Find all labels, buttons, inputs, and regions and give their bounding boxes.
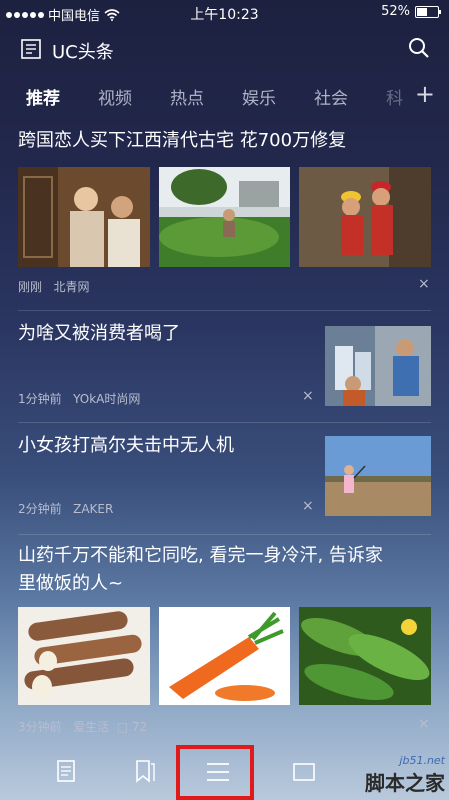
article-source: YOkA时尚网 <box>73 392 141 406</box>
highlight-box <box>176 745 254 800</box>
article-image-1c <box>299 167 431 267</box>
divider <box>18 310 431 311</box>
article-card-2[interactable]: 为啥又被消费者喝了 1分钟前 YOkA时尚网 × <box>0 318 449 418</box>
article-image-4c <box>299 607 431 705</box>
article-title: 山药千万不能和它同吃, 看完一身冷汗, 告诉家 里做饭的人~ <box>18 542 383 598</box>
dismiss-button[interactable]: × <box>302 388 314 404</box>
tab-video[interactable]: 视频 <box>98 84 132 109</box>
status-bar: 中国电信 上午10:23 52% <box>0 0 449 26</box>
divider <box>18 422 431 423</box>
article-card-3[interactable]: 小女孩打高尔夫击中无人机 2分钟前 ZAKER × <box>0 430 449 530</box>
article-meta-3: 2分钟前 ZAKER <box>18 500 113 517</box>
window-icon[interactable] <box>292 761 316 783</box>
channel-tabs: 推荐 视频 热点 娱乐 社会 科 + <box>0 78 449 116</box>
app-title: UC头条 <box>52 42 114 63</box>
article-card-4[interactable]: 山药千万不能和它同吃, 看完一身冷汗, 告诉家 里做饭的人~ 3分钟前 爱生活 … <box>0 542 449 742</box>
article-time: 3分钟前 <box>18 720 62 734</box>
article-time: 2分钟前 <box>18 502 62 516</box>
add-channel-button[interactable]: + <box>415 80 435 108</box>
battery-icon <box>415 5 441 18</box>
search-icon[interactable] <box>407 36 431 60</box>
bookmark-icon[interactable] <box>134 759 156 783</box>
article-title: 为啥又被消费者喝了 <box>18 323 180 344</box>
article-time: 刚刚 <box>18 280 43 294</box>
article-meta-4: 3分钟前 爱生活 □ 72 <box>18 718 147 735</box>
tab-tech[interactable]: 科 <box>386 84 403 109</box>
divider <box>18 534 431 535</box>
news-tab-icon[interactable] <box>56 759 76 783</box>
article-image-4b <box>159 607 290 705</box>
article-image-2 <box>325 326 431 406</box>
article-title: 小女孩打高尔夫击中无人机 <box>18 435 234 456</box>
dismiss-button[interactable]: × <box>418 716 430 732</box>
article-image-3 <box>325 436 431 516</box>
article-meta-1: 刚刚 北青网 <box>18 278 89 295</box>
dismiss-button[interactable]: × <box>302 498 314 514</box>
app-header: UC头条 <box>0 30 449 70</box>
watermark: jb51.net 脚本之家 <box>365 754 445 796</box>
article-image-1a <box>18 167 150 267</box>
article-title: 跨国恋人买下江西清代古宅 花700万修复 <box>18 130 347 151</box>
article-time: 1分钟前 <box>18 392 62 406</box>
watermark-name: 脚本之家 <box>365 771 445 795</box>
status-right: 52% <box>381 4 441 19</box>
tab-society[interactable]: 社会 <box>314 84 348 109</box>
battery-percent: 52% <box>381 4 410 19</box>
watermark-url: jb51.net <box>399 754 445 767</box>
article-image-1b <box>159 167 290 267</box>
comment-count: 72 <box>131 720 148 734</box>
tab-entertainment[interactable]: 娱乐 <box>242 84 276 109</box>
article-image-4a <box>18 607 150 705</box>
tab-recommend[interactable]: 推荐 <box>26 84 60 109</box>
article-title-line1: 山药千万不能和它同吃, 看完一身冷汗, 告诉家 <box>18 545 383 566</box>
article-source: ZAKER <box>73 502 114 516</box>
article-source: 爱生活 <box>73 720 110 734</box>
article-source: 北青网 <box>53 280 90 294</box>
article-title-line2: 里做饭的人~ <box>18 573 124 594</box>
article-meta-2: 1分钟前 YOkA时尚网 <box>18 390 140 407</box>
article-card-1[interactable]: 跨国恋人买下江西清代古宅 花700万修复 刚刚 北青网 × <box>0 125 449 305</box>
comment-icon: □ <box>116 720 129 734</box>
dismiss-button[interactable]: × <box>418 276 430 292</box>
news-icon <box>21 39 41 59</box>
tab-hot[interactable]: 热点 <box>170 84 204 109</box>
